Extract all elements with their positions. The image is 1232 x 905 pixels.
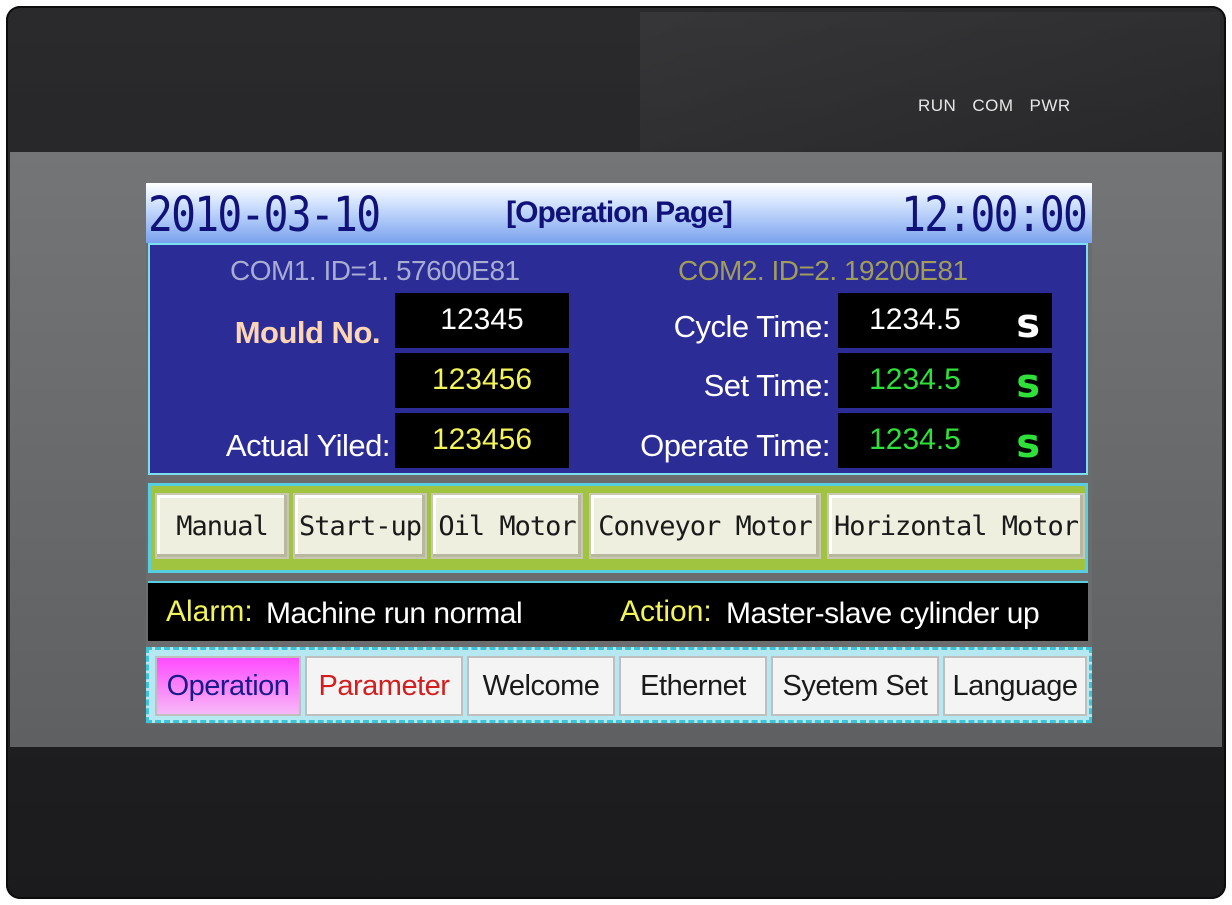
action-label: Action:: [620, 595, 712, 628]
alarm-message: Machine run normal: [266, 597, 523, 630]
glass-reflection: [640, 12, 1220, 152]
title-bar: 2010-03-10 [Operation Page] 12:00:00: [146, 183, 1092, 243]
tab-system-set[interactable]: Syetem Set: [771, 656, 939, 716]
action-message: Master-slave cylinder up: [726, 597, 1040, 630]
tab-ethernet-label: Ethernet: [640, 669, 746, 702]
com2-status: COM2. ID=2. 19200E81: [678, 255, 968, 286]
status-indicators: RUN COM PWR: [918, 96, 1071, 116]
mould-no-label: Mould No.: [234, 315, 381, 350]
navigation-tab-bar: Operation Parameter Welcome Ethernet Sye…: [146, 647, 1092, 723]
status-panel: COM1. ID=1. 57600E81 COM2. ID=2. 19200E8…: [148, 243, 1088, 475]
tab-system-set-label: Syetem Set: [782, 669, 928, 702]
clock-display: 12:00:00: [900, 187, 1088, 243]
function-button-panel: Manual Start-up Oil Motor Conveyor Motor…: [148, 483, 1088, 573]
cycle-time-box[interactable]: 1234.5 s: [838, 293, 1052, 348]
set-time-unit: s: [1016, 361, 1040, 407]
secondary-count-box[interactable]: 123456: [395, 353, 569, 408]
horizontal-motor-button-label: Horizontal Motor: [833, 510, 1079, 542]
operate-time-unit: s: [1016, 421, 1040, 467]
operate-time-value: 1234.5: [869, 423, 961, 456]
manual-button-label: Manual: [176, 510, 269, 542]
tab-welcome[interactable]: Welcome: [467, 656, 615, 716]
start-up-button[interactable]: Start-up: [293, 493, 427, 559]
run-indicator-label: RUN: [918, 96, 957, 115]
oil-motor-button[interactable]: Oil Motor: [431, 493, 583, 559]
secondary-count-value: 123456: [431, 363, 533, 396]
tab-parameter[interactable]: Parameter: [305, 656, 463, 716]
conveyor-motor-button-label: Conveyor Motor: [598, 510, 813, 542]
alarm-label: Alarm:: [166, 595, 253, 628]
operate-time-box[interactable]: 1234.5 s: [838, 413, 1052, 468]
mould-no-value-box[interactable]: 12345: [395, 293, 569, 348]
tab-parameter-label: Parameter: [318, 669, 450, 702]
tab-operation[interactable]: Operation: [155, 656, 301, 716]
cycle-time-unit: s: [1016, 301, 1040, 347]
operate-time-label: Operate Time:: [640, 428, 830, 463]
set-time-box[interactable]: 1234.5 s: [838, 353, 1052, 408]
tab-language[interactable]: Language: [943, 656, 1087, 716]
tab-welcome-label: Welcome: [482, 669, 600, 702]
set-time-label: Set Time:: [703, 368, 831, 403]
tab-ethernet[interactable]: Ethernet: [619, 656, 767, 716]
horizontal-motor-button[interactable]: Horizontal Motor: [827, 493, 1085, 559]
cycle-time-value: 1234.5: [869, 303, 961, 336]
start-up-button-label: Start-up: [298, 510, 422, 542]
com1-status: COM1. ID=1. 57600E81: [230, 255, 520, 286]
hmi-screen: 2010-03-10 [Operation Page] 12:00:00 COM…: [146, 183, 1092, 724]
actual-yield-value: 123456: [431, 423, 533, 456]
cycle-time-label: Cycle Time:: [673, 309, 831, 344]
tab-language-label: Language: [952, 669, 1078, 702]
actual-yield-label: Actual Yiled:: [225, 428, 391, 463]
com-indicator-label: COM: [972, 96, 1014, 115]
set-time-value: 1234.5: [869, 363, 961, 396]
alarm-bar: Alarm: Machine run normal Action: Master…: [148, 581, 1088, 641]
manual-button[interactable]: Manual: [155, 493, 289, 559]
oil-motor-button-label: Oil Motor: [438, 510, 576, 542]
tab-operation-label: Operation: [166, 669, 290, 702]
actual-yield-box[interactable]: 123456: [395, 413, 569, 468]
mould-no-value: 12345: [440, 303, 524, 336]
pwr-indicator-label: PWR: [1029, 96, 1071, 115]
conveyor-motor-button[interactable]: Conveyor Motor: [589, 493, 821, 559]
